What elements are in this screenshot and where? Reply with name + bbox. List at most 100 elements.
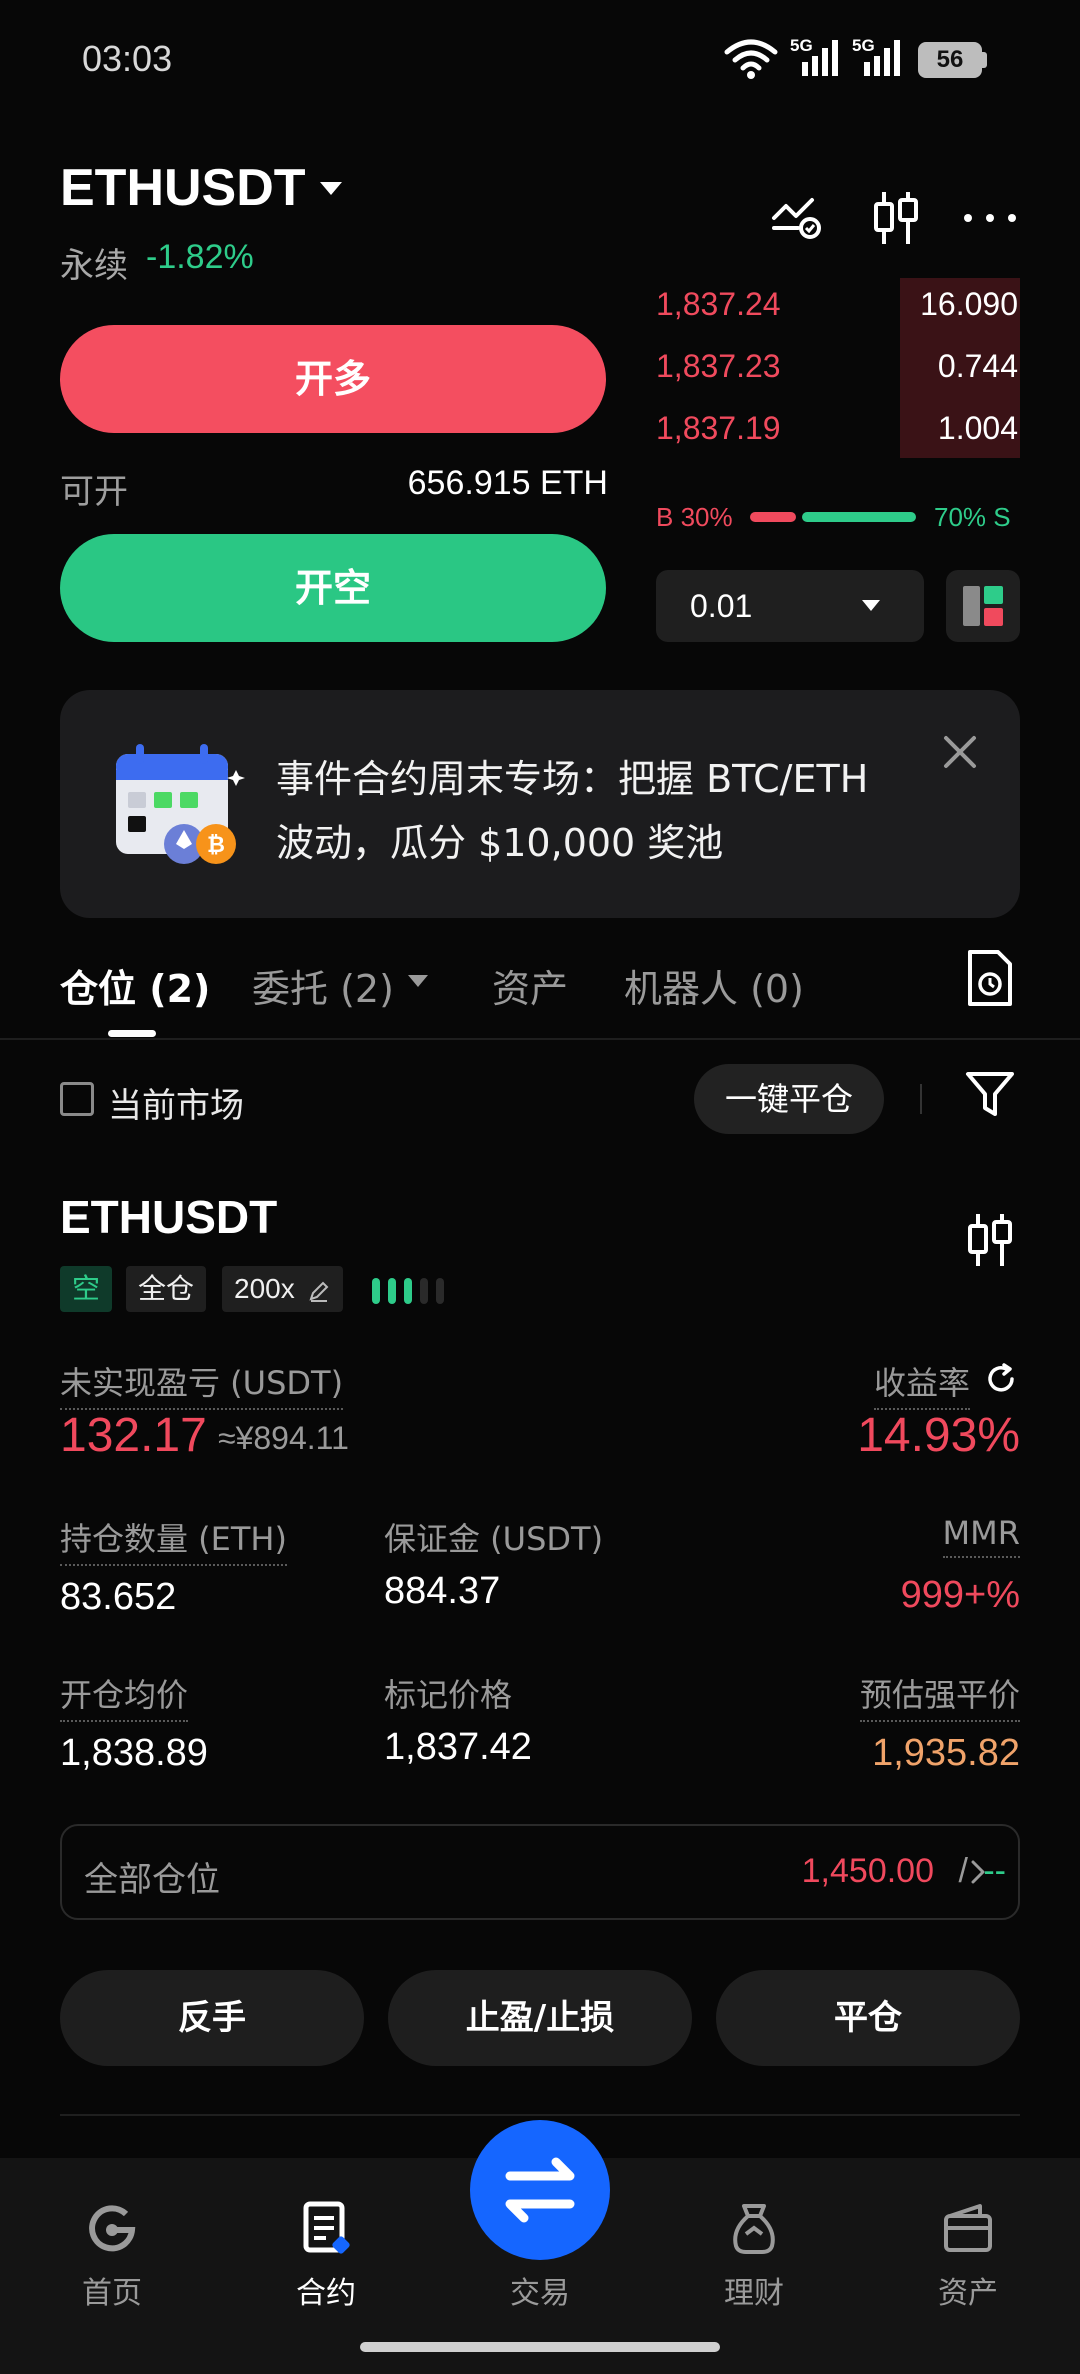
position-symbol[interactable]: ETHUSDT <box>60 1190 277 1244</box>
liq-price-value: 1,935.82 <box>872 1732 1020 1774</box>
nav-label: 合约 <box>296 2276 356 2311</box>
svg-text:₿: ₿ <box>207 833 225 858</box>
sell-ratio: 70% S <box>934 502 1011 532</box>
available-value: 656.915 ETH <box>407 464 608 502</box>
position-size-label[interactable]: 持仓数量 (ETH) <box>60 1514 287 1566</box>
nav-futures[interactable]: 合约 <box>218 2200 434 2320</box>
mark-price-value: 1,837.42 <box>384 1726 532 1768</box>
sell-ratio-bar <box>802 512 916 522</box>
banner-title-line2: 波动，瓜分 $10,000 奖池 <box>276 821 724 865</box>
tab-bots[interactable]: 机器人 (0) <box>624 958 804 1013</box>
tp-sl-button[interactable]: 止盈/止损 <box>388 1970 692 2066</box>
roe-value: 14.93% <box>857 1409 1020 1462</box>
tab-orders[interactable]: 委托 (2) <box>252 958 394 1013</box>
network-type-label: 5G <box>852 36 875 55</box>
side-badge: 空 <box>60 1266 113 1312</box>
liq-price-label[interactable]: 预估强平价 <box>859 1670 1020 1722</box>
orderbook-ask-row[interactable]: 1,837.24 16.090 <box>656 278 1020 340</box>
refresh-icon[interactable] <box>984 1362 1018 1396</box>
more-icon[interactable] <box>960 188 1020 248</box>
chevron-down-icon[interactable] <box>408 975 428 987</box>
risk-level-segment <box>388 1278 396 1304</box>
depth-step-value: 0.01 <box>690 588 753 624</box>
unrealized-pnl-cny: ≈¥894.11 <box>218 1420 349 1456</box>
indicator-icon[interactable] <box>768 188 828 248</box>
nav-label: 资产 <box>938 2276 998 2311</box>
candlestick-icon[interactable] <box>960 1210 1020 1270</box>
roe-label[interactable]: 收益率 <box>873 1358 970 1410</box>
reverse-button[interactable]: 反手 <box>60 1970 364 2066</box>
nav-label: 首页 <box>82 2276 142 2311</box>
mmr-value: 999+% <box>900 1574 1020 1616</box>
futures-icon <box>303 2201 350 2254</box>
ask-price: 1,837.19 <box>656 410 781 446</box>
nav-home[interactable]: 首页 <box>4 2200 220 2320</box>
orderbook-layout-button[interactable] <box>946 570 1020 642</box>
current-market-checkbox[interactable] <box>60 1082 94 1116</box>
nav-earn[interactable]: 理财 <box>646 2200 862 2320</box>
battery-icon: 56 <box>918 42 982 78</box>
depth-step-select[interactable]: 0.01 <box>656 570 924 642</box>
ask-price: 1,837.24 <box>656 286 781 322</box>
active-tab-indicator <box>108 1030 156 1037</box>
leverage-badge[interactable]: 200x <box>222 1266 343 1312</box>
margin-mode-badge: 全仓 <box>126 1266 207 1312</box>
nav-label: 理财 <box>724 2276 784 2311</box>
wifi-icon <box>724 39 778 79</box>
risk-level-segment <box>404 1278 412 1304</box>
risk-level-segment <box>436 1278 444 1304</box>
home-indicator[interactable] <box>360 2342 720 2352</box>
filter-icon[interactable] <box>962 1066 1018 1122</box>
calendar-icon: ₿ <box>116 744 245 864</box>
tab-positions[interactable]: 仓位 (2) <box>60 958 210 1013</box>
risk-level-segment <box>372 1278 380 1304</box>
position-size-value: 83.652 <box>60 1576 177 1618</box>
leverage-value: 200x <box>234 1273 295 1304</box>
mark-price-label: 标记价格 <box>384 1676 513 1714</box>
all-positions-label: 全部仓位 <box>84 1860 220 1900</box>
banner-title-line1: 事件合约周末专场：把握 BTC/ETH <box>276 757 869 801</box>
history-icon[interactable] <box>962 948 1018 1008</box>
wallet-icon <box>944 2204 992 2252</box>
network-type-label: 5G <box>790 36 813 55</box>
chevron-down-icon <box>862 600 880 611</box>
orderbook-ask-row[interactable]: 1,837.23 0.744 <box>656 340 1020 402</box>
divider <box>60 2114 1020 2116</box>
pair-title[interactable]: ETHUSDT <box>60 158 306 218</box>
buy-ratio: B 30% <box>656 502 733 532</box>
status-time: 03:03 <box>82 38 173 79</box>
close-all-button[interactable]: 一键平仓 <box>694 1064 884 1134</box>
entry-price-value: 1,838.89 <box>60 1732 208 1774</box>
nav-trade[interactable]: 交易 <box>432 2200 648 2320</box>
battery-tip <box>982 52 987 68</box>
candlestick-icon[interactable] <box>866 188 926 248</box>
tab-divider <box>0 1038 1080 1040</box>
nav-label: 交易 <box>510 2276 570 2311</box>
tab-assets[interactable]: 资产 <box>492 958 568 1013</box>
chevron-down-icon[interactable] <box>320 182 342 195</box>
ask-qty: 16.090 <box>920 286 1018 322</box>
current-market-label[interactable]: 当前市场 <box>108 1078 244 1127</box>
ask-price: 1,837.23 <box>656 348 781 384</box>
unrealized-pnl-value: 132.17 <box>60 1409 207 1462</box>
price-change: -1.82% <box>146 238 254 276</box>
home-icon <box>89 2205 136 2252</box>
open-long-button[interactable]: 开多 <box>60 325 606 433</box>
ask-qty: 0.744 <box>937 348 1018 384</box>
mmr-label[interactable]: MMR <box>942 1514 1020 1558</box>
earn-icon <box>733 2204 775 2254</box>
open-short-button[interactable]: 开空 <box>60 534 606 642</box>
layout-icon <box>963 586 1003 626</box>
ask-qty: 1.004 <box>937 410 1018 446</box>
chevron-right-icon <box>971 1860 985 1884</box>
all-positions-amount: 1,450.00 <box>801 1852 934 1890</box>
orderbook-ask-row[interactable]: 1,837.19 1.004 <box>656 402 1020 458</box>
close-position-button[interactable]: 平仓 <box>716 1970 1020 2066</box>
divider <box>920 1084 922 1114</box>
margin-label: 保证金 (USDT) <box>384 1520 604 1558</box>
close-icon[interactable] <box>940 732 980 772</box>
unrealized-pnl-label[interactable]: 未实现盈亏 (USDT) <box>60 1358 344 1410</box>
entry-price-label[interactable]: 开仓均价 <box>60 1670 189 1722</box>
margin-value[interactable]: 884.37 <box>384 1570 500 1613</box>
nav-assets[interactable]: 资产 <box>860 2200 1076 2320</box>
